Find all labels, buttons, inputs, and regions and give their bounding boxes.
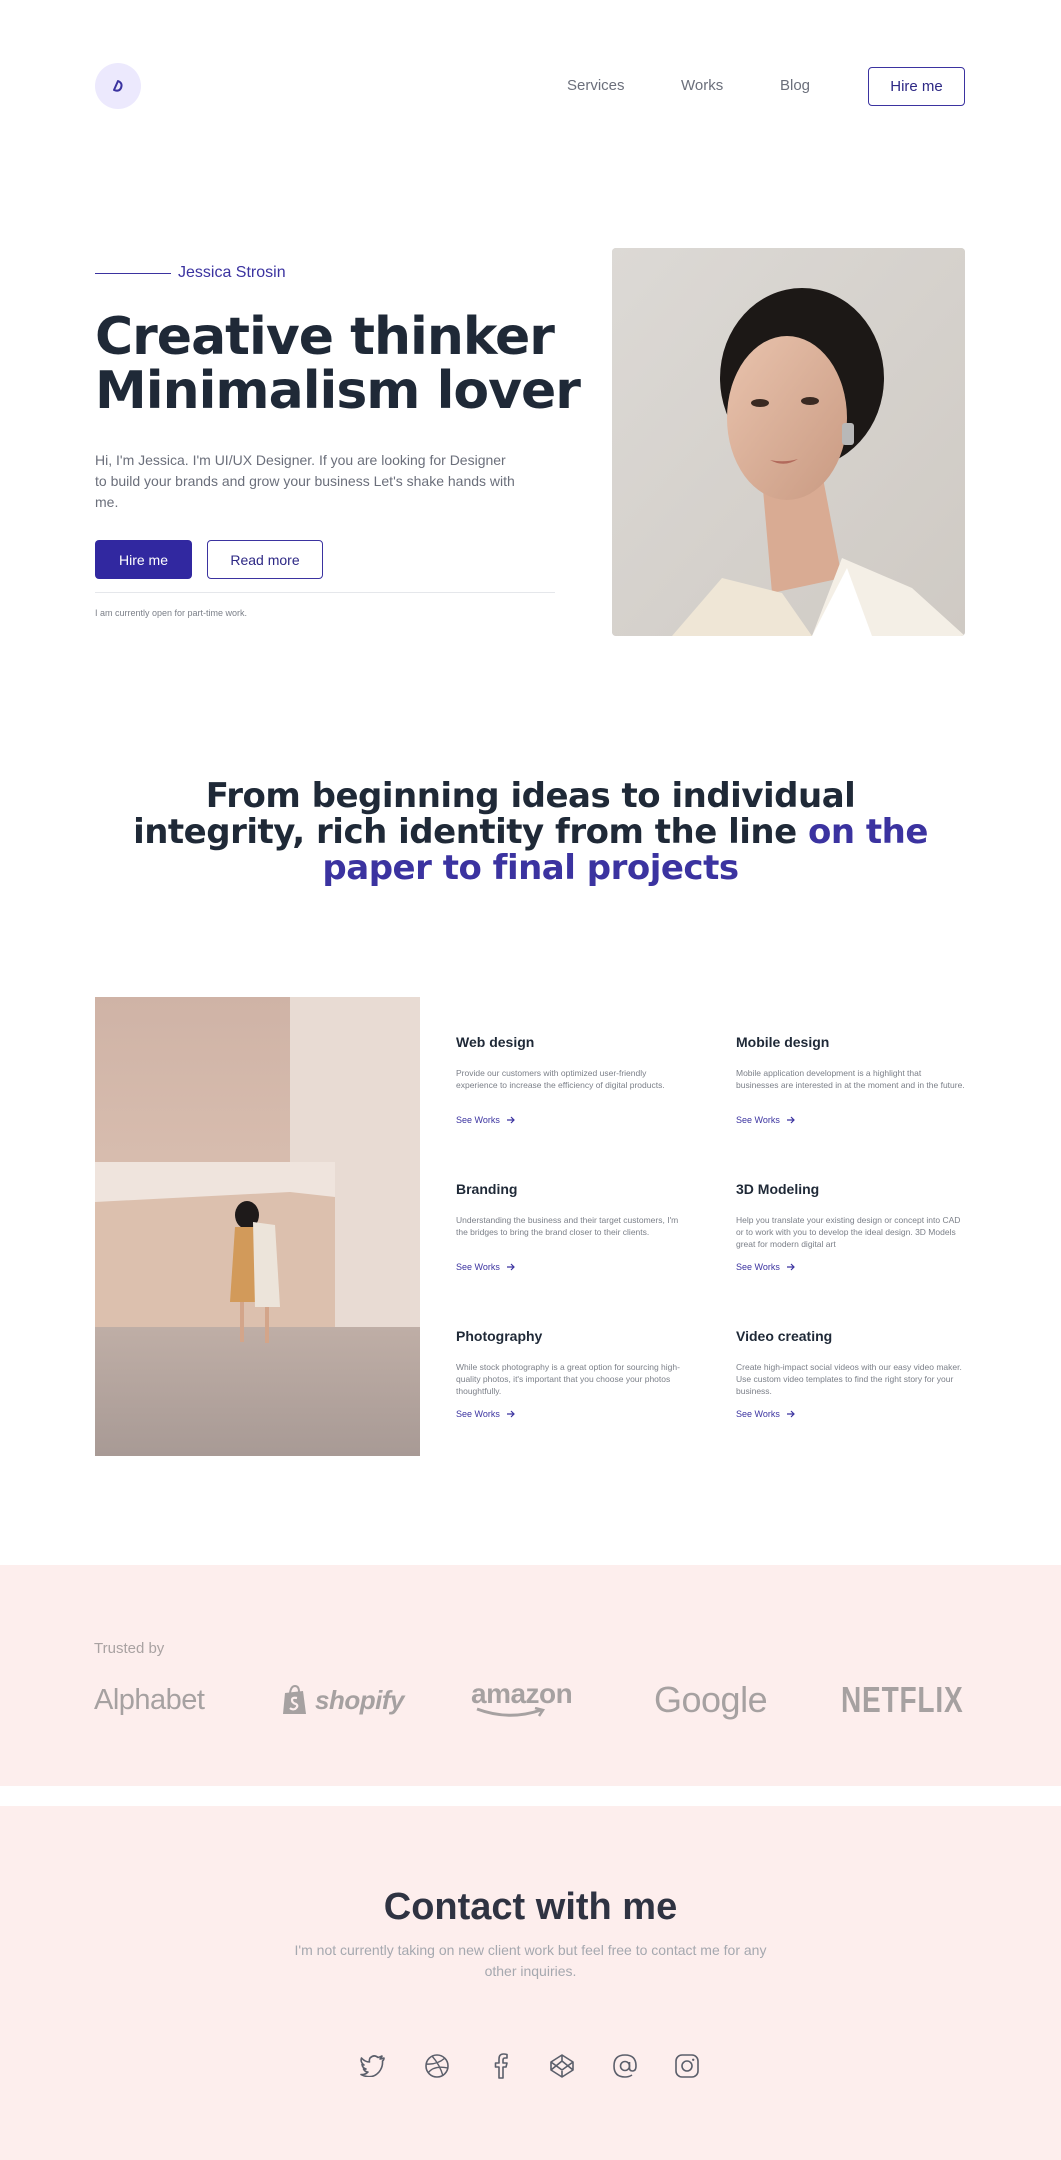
statement-heading: From beginning ideas to individual integ… <box>130 778 931 886</box>
service-branding: Branding Understanding the business and … <box>456 1181 686 1272</box>
amazon-wordmark: amazon <box>471 1678 573 1709</box>
service-title: Branding <box>456 1181 518 1197</box>
hire-me-button[interactable]: Hire me <box>95 540 192 579</box>
arrow-right-icon <box>786 1410 795 1418</box>
hero-divider <box>95 592 555 593</box>
arrow-right-icon <box>786 1116 795 1124</box>
hero-name: Jessica Strosin <box>178 264 286 281</box>
amazon-smile-icon <box>476 1707 546 1717</box>
hero-title: Creative thinker Minimalism lover <box>95 310 615 418</box>
hero-title-line1: Creative thinker <box>95 307 555 367</box>
arrow-right-icon <box>786 1263 795 1271</box>
contact-section: Contact with me I'm not currently taking… <box>0 1806 1061 2160</box>
netflix-logo: NETFLIX <box>841 1679 964 1720</box>
nav-blog[interactable]: Blog <box>780 77 810 94</box>
alphabet-logo: Alphabet <box>94 1683 205 1716</box>
site-header: Services Works Blog Hire me <box>0 0 1061 175</box>
shopify-bag-icon <box>283 1684 306 1714</box>
dribbble-icon[interactable] <box>423 2052 451 2080</box>
trusted-by-label: Trusted by <box>94 1640 165 1657</box>
services-photo <box>95 997 420 1456</box>
availability-note: I am currently open for part-time work. <box>95 608 248 618</box>
hero-title-line2: Minimalism lover <box>95 361 581 421</box>
see-works-link[interactable]: See Works <box>456 1115 686 1125</box>
logo[interactable] <box>95 63 141 109</box>
service-title: 3D Modeling <box>736 1181 820 1197</box>
twitter-icon[interactable] <box>359 2052 387 2080</box>
service-description: Provide our customers with optimized use… <box>456 1068 665 1090</box>
arrow-right-icon <box>506 1410 515 1418</box>
service-3d-modeling: 3D Modeling Help you translate your exis… <box>736 1181 966 1272</box>
service-title: Photography <box>456 1328 543 1344</box>
see-works-link[interactable]: See Works <box>736 1409 966 1419</box>
service-video-creating: Video creating Create high-impact social… <box>736 1328 966 1419</box>
nav-services[interactable]: Services <box>567 77 625 94</box>
hero-name-line <box>95 273 171 274</box>
statement-text: From beginning ideas to individual integ… <box>133 776 856 852</box>
trusted-by-section: Trusted by Alphabet shopify amazon Googl… <box>0 1565 1061 1786</box>
service-description: While stock photography is a great optio… <box>456 1362 680 1396</box>
service-title: Mobile design <box>736 1034 830 1050</box>
shopify-logo: shopify <box>281 1675 404 1725</box>
see-works-label: See Works <box>736 1262 780 1272</box>
logo-icon <box>113 80 123 92</box>
hire-me-header-button[interactable]: Hire me <box>868 67 965 106</box>
service-photography: Photography While stock photography is a… <box>456 1328 686 1419</box>
google-logo: Google <box>654 1679 768 1720</box>
service-mobile-design: Mobile design Mobile application develop… <box>736 1034 966 1125</box>
amazon-logo: amazon <box>471 1675 573 1725</box>
see-works-label: See Works <box>456 1115 500 1125</box>
codepen-icon[interactable] <box>548 2052 576 2080</box>
read-more-button[interactable]: Read more <box>207 540 323 579</box>
service-title: Web design <box>456 1034 535 1050</box>
see-works-link[interactable]: See Works <box>456 1409 686 1419</box>
facebook-icon[interactable] <box>486 2052 514 2080</box>
service-title: Video creating <box>736 1328 833 1344</box>
see-works-link[interactable]: See Works <box>736 1262 966 1272</box>
service-description: Understanding the business and their tar… <box>456 1215 679 1237</box>
see-works-label: See Works <box>456 1409 500 1419</box>
see-works-label: See Works <box>736 1409 780 1419</box>
service-description: Mobile application development is a high… <box>736 1068 965 1090</box>
at-sign-icon[interactable] <box>611 2052 639 2080</box>
arrow-right-icon <box>506 1116 515 1124</box>
instagram-icon[interactable] <box>673 2052 701 2080</box>
see-works-label: See Works <box>456 1262 500 1272</box>
service-description: Help you translate your existing design … <box>736 1215 961 1249</box>
see-works-link[interactable]: See Works <box>736 1115 966 1125</box>
nav-works[interactable]: Works <box>681 77 723 94</box>
service-web-design: Web design Provide our customers with op… <box>456 1034 686 1125</box>
hero-description: Hi, I'm Jessica. I'm UI/UX Designer. If … <box>95 452 515 510</box>
see-works-label: See Works <box>736 1115 780 1125</box>
shopify-wordmark: shopify <box>315 1684 404 1715</box>
arrow-right-icon <box>506 1263 515 1271</box>
see-works-link[interactable]: See Works <box>456 1262 686 1272</box>
contact-title: Contact with me <box>383 1886 678 1928</box>
contact-description: I'm not currently taking on new client w… <box>294 1942 767 1979</box>
portrait-photo <box>612 248 965 636</box>
service-description: Create high-impact social videos with ou… <box>736 1362 962 1396</box>
